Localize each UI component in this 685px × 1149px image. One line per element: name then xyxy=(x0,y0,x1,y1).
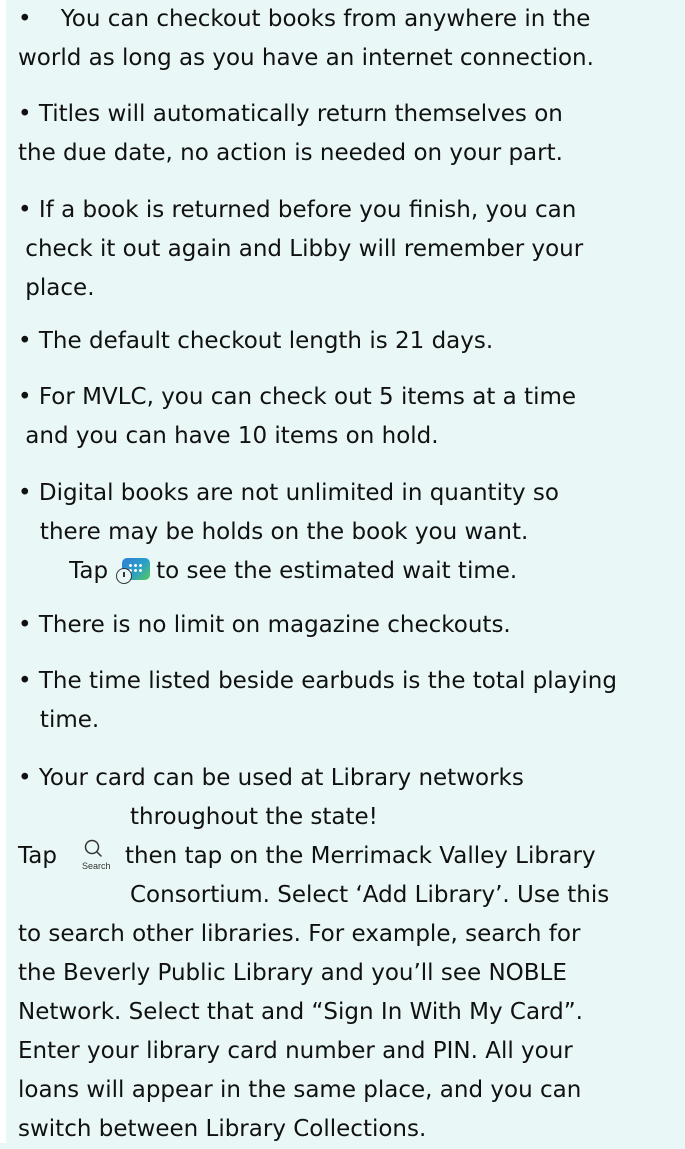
tip-auto-return: • Titles will automatically return thems… xyxy=(18,95,563,173)
tip-line: Consortium. Select ‘Add Library’. Use th… xyxy=(130,882,610,908)
tip-line: • The time listed beside earbuds is the … xyxy=(18,668,617,694)
holds-calendar-clock-icon[interactable] xyxy=(116,558,151,584)
search-icon xyxy=(84,839,102,857)
tip-other-networks: • Your card can be used at Library netwo… xyxy=(18,759,609,1149)
tip-line: time. xyxy=(18,707,100,733)
tip-playing-time: • The time listed beside earbuds is the … xyxy=(18,662,617,740)
tip-line: • You can checkout books from anywhere i… xyxy=(18,6,591,32)
tip-line: • For MVLC, you can check out 5 items at… xyxy=(18,384,577,410)
wait-time-text: to see the estimated wait time. xyxy=(156,558,518,584)
tip-magazines: • There is no limit on magazine checkout… xyxy=(18,606,511,645)
tip-line: check it out again and Libby will rememb… xyxy=(18,236,584,262)
tap-label: Tap xyxy=(18,558,109,584)
tip-line: • If a book is returned before you finis… xyxy=(18,197,577,223)
tip-line: the Beverly Public Library and you’ll se… xyxy=(18,960,567,986)
tip-checkout-length: • The default checkout length is 21 days… xyxy=(18,322,493,361)
tip-holds: • Digital books are not unlimited in qua… xyxy=(18,474,559,591)
tip-line: world as long as you have an internet co… xyxy=(18,45,594,71)
tip-line: then tap on the Merrimack Valley Library xyxy=(124,843,596,869)
tip-line: and you can have 10 items on hold. xyxy=(18,423,439,449)
tip-remember-place: • If a book is returned before you finis… xyxy=(18,191,583,308)
tap-label: Tap xyxy=(18,843,57,869)
tip-line: • There is no limit on magazine checkout… xyxy=(18,612,511,638)
tip-line: • Your card can be used at Library netwo… xyxy=(18,765,524,791)
tip-line: Network. Select that and “Sign In With M… xyxy=(18,999,583,1025)
tip-item-limits: • For MVLC, you can check out 5 items at… xyxy=(18,378,576,456)
tip-line: Enter your library card number and PIN. … xyxy=(18,1038,573,1064)
search-button[interactable]: Search xyxy=(76,836,116,876)
tip-line-with-icon: Tap to see the estimated wait time. xyxy=(18,552,559,591)
tip-line: throughout the state! xyxy=(130,804,378,830)
tip-line: • Titles will automatically return thems… xyxy=(18,101,563,127)
tip-line: • The default checkout length is 21 days… xyxy=(18,328,494,354)
search-caption: Search xyxy=(82,861,111,871)
tip-line: to search other libraries. For example, … xyxy=(18,921,581,947)
tip-line: switch between Library Collections. xyxy=(18,1116,427,1142)
tip-line: there may be holds on the book you want. xyxy=(18,519,529,545)
tip-checkout-anywhere: • You can checkout books from anywhere i… xyxy=(18,0,594,78)
tip-line: the due date, no action is needed on you… xyxy=(18,140,563,166)
tip-line: place. xyxy=(18,275,95,301)
tip-line: loans will appear in the same place, and… xyxy=(18,1077,582,1103)
tip-line: • Digital books are not unlimited in qua… xyxy=(18,480,559,506)
tips-page: • You can checkout books from anywhere i… xyxy=(0,0,685,1143)
